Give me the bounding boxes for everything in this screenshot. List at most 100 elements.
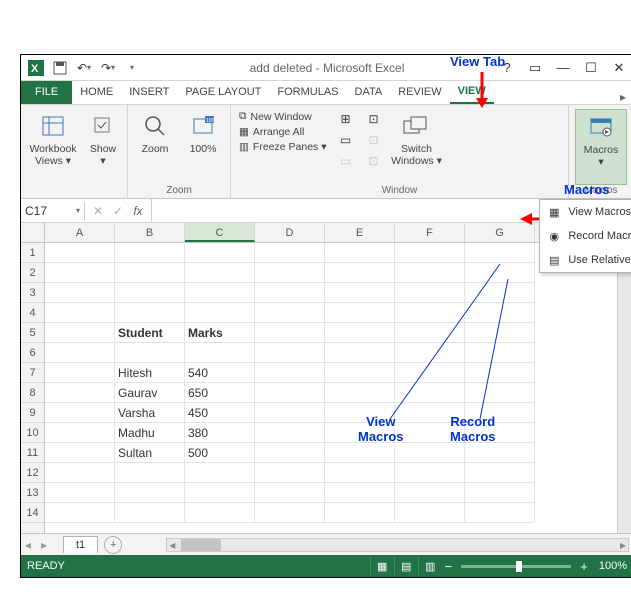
cell-F11[interactable] [395,443,465,463]
macros-button[interactable]: Macros ▾ [575,109,627,185]
cell-D10[interactable] [255,423,325,443]
cell-B3[interactable] [115,283,185,303]
view-side-icon[interactable]: ⊡ [362,109,384,129]
cell-E3[interactable] [325,283,395,303]
cell-C14[interactable] [185,503,255,523]
save-icon[interactable] [49,57,71,79]
cell-C1[interactable] [185,243,255,263]
cell-C13[interactable] [185,483,255,503]
tab-data[interactable]: DATA [347,80,391,104]
cell-B4[interactable] [115,303,185,323]
sync-scroll-icon[interactable]: ⊡ [362,130,384,150]
tab-formulas[interactable]: FORMULAS [269,80,346,104]
zoom-button[interactable]: Zoom [134,109,176,185]
cell-E1[interactable] [325,243,395,263]
cell-D8[interactable] [255,383,325,403]
zoom-slider[interactable] [461,565,571,568]
row-header-8[interactable]: 8 [21,383,44,403]
freeze-panes-button[interactable]: ▥Freeze Panes ▾ [237,140,328,154]
cell-E14[interactable] [325,503,395,523]
page-break-icon[interactable]: ▥ [418,557,442,575]
cell-C3[interactable] [185,283,255,303]
switch-windows-button[interactable]: Switch Windows ▾ [390,109,442,185]
horizontal-scrollbar[interactable]: ◂ ▸ [166,538,629,552]
cell-G2[interactable] [465,263,535,283]
zoom-in-button[interactable]: + [577,559,591,574]
cell-E5[interactable] [325,323,395,343]
cell-B14[interactable] [115,503,185,523]
cell-C9[interactable]: 450 [185,403,255,423]
workbook-views-button[interactable]: Workbook Views ▾ [27,109,79,196]
use-relative-item[interactable]: ▤ Use Relative References [540,248,631,272]
cell-A13[interactable] [45,483,115,503]
cells-grid[interactable]: StudentMarksHitesh540Gaurav650Varsha450M… [45,243,617,523]
maximize-icon[interactable]: ☐ [577,57,605,79]
row-header-3[interactable]: 3 [21,283,44,303]
cell-C2[interactable] [185,263,255,283]
col-header-c[interactable]: C [185,223,255,242]
row-header-13[interactable]: 13 [21,483,44,503]
cell-B12[interactable] [115,463,185,483]
row-header-5[interactable]: 5 [21,323,44,343]
cell-F13[interactable] [395,483,465,503]
cell-A3[interactable] [45,283,115,303]
zoom-out-button[interactable]: − [442,559,456,574]
cell-F12[interactable] [395,463,465,483]
cell-F3[interactable] [395,283,465,303]
sheet-prev-icon[interactable]: ◂ [25,538,39,552]
normal-view-icon[interactable]: ▦ [370,557,394,575]
col-header-d[interactable]: D [255,223,325,242]
cell-G12[interactable] [465,463,535,483]
cell-B6[interactable] [115,343,185,363]
row-header-7[interactable]: 7 [21,363,44,383]
cell-G5[interactable] [465,323,535,343]
cell-E6[interactable] [325,343,395,363]
cell-G7[interactable] [465,363,535,383]
cell-B2[interactable] [115,263,185,283]
cell-A5[interactable] [45,323,115,343]
col-header-f[interactable]: F [395,223,465,242]
col-header-b[interactable]: B [115,223,185,242]
row-header-6[interactable]: 6 [21,343,44,363]
cell-F2[interactable] [395,263,465,283]
ribbon-scroll-icon[interactable]: ▸ [613,90,631,104]
close-icon[interactable]: ✕ [605,57,631,79]
cell-F5[interactable] [395,323,465,343]
cell-G13[interactable] [465,483,535,503]
zoom-100-button[interactable]: 100 100% [182,109,224,185]
cell-D11[interactable] [255,443,325,463]
cell-B7[interactable]: Hitesh [115,363,185,383]
cell-F1[interactable] [395,243,465,263]
cell-B13[interactable] [115,483,185,503]
cell-F8[interactable] [395,383,465,403]
row-header-2[interactable]: 2 [21,263,44,283]
cell-D14[interactable] [255,503,325,523]
unhide-icon[interactable]: ▭ [334,151,356,171]
minimize-icon[interactable]: — [549,57,577,79]
cell-B11[interactable]: Sultan [115,443,185,463]
cell-C7[interactable]: 540 [185,363,255,383]
cell-C12[interactable] [185,463,255,483]
cell-D13[interactable] [255,483,325,503]
cell-E13[interactable] [325,483,395,503]
cell-F7[interactable] [395,363,465,383]
page-layout-icon[interactable]: ▤ [394,557,418,575]
qat-customize-icon[interactable]: ▾ [121,57,143,79]
cell-D1[interactable] [255,243,325,263]
sheet-tab[interactable]: t1 [63,536,98,553]
redo-icon[interactable]: ↷▾ [97,57,119,79]
zoom-level[interactable]: 100% [599,560,627,572]
col-header-a[interactable]: A [45,223,115,242]
cell-A1[interactable] [45,243,115,263]
cell-B1[interactable] [115,243,185,263]
cell-E2[interactable] [325,263,395,283]
tab-insert[interactable]: INSERT [121,80,177,104]
arrange-all-button[interactable]: ▦Arrange All [237,125,328,139]
cell-A4[interactable] [45,303,115,323]
reset-position-icon[interactable]: ⊡ [362,151,384,171]
cell-E7[interactable] [325,363,395,383]
cell-D9[interactable] [255,403,325,423]
row-header-11[interactable]: 11 [21,443,44,463]
cell-G4[interactable] [465,303,535,323]
cell-D2[interactable] [255,263,325,283]
